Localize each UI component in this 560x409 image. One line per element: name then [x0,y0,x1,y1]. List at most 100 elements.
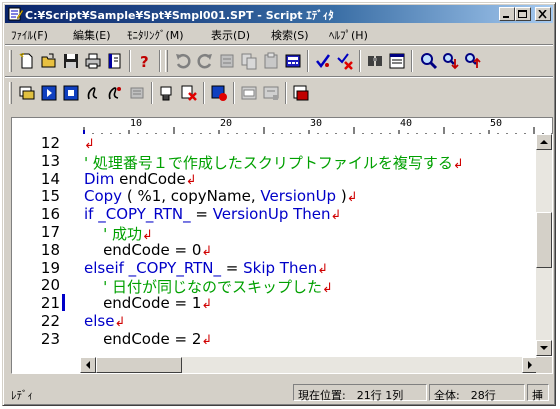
code-line[interactable]: Dim endCode↲ [84,170,197,188]
line-number: 23 [40,329,60,348]
vertical-scroll-thumb[interactable] [536,212,552,268]
code-token: elseif _COPY_RTN_ [84,258,222,277]
new-icon[interactable] [17,51,37,71]
line-number: 15 [40,187,60,206]
clear-breakpoint-icon[interactable] [179,83,199,103]
code-token: else [84,312,115,330]
horizontal-scrollbar[interactable] [80,357,538,373]
toolbar-grip[interactable] [9,82,12,104]
code-token: Copy [84,187,123,206]
toolbar-separator [129,50,131,72]
screen-icon[interactable] [261,83,281,103]
line-number-gutter[interactable]: 12 13 14 15 16 17 18 19 20 21 22 23 [12,134,80,356]
redo-icon[interactable] [195,51,215,71]
code-editor[interactable]: 12 13 14 15 16 17 18 19 20 21 22 23 ↲ ' 処理番号１で作成したスク… [11,134,553,374]
export-icon[interactable] [291,83,311,103]
code-token: ) [336,187,347,206]
find-next-icon[interactable] [441,51,461,71]
scroll-corner [536,357,552,373]
title-bar[interactable]: C:¥Script¥Sample¥Spt¥Smpl001.SPT - Scrip… [5,5,553,23]
code-line[interactable]: endCode = 0↲ [84,241,212,259]
code-token: endCode [114,169,186,188]
breakpoint-icon[interactable] [209,83,229,103]
line-break-mark: ↲ [201,297,213,313]
scroll-down-button[interactable] [536,340,552,356]
notebook-icon[interactable] [105,51,125,71]
menu-edit[interactable]: 編集(E) [73,27,111,43]
menu-help[interactable]: ﾍﾙﾌﾟ(H) [329,27,368,43]
status-insert-text: 挿 [532,389,543,402]
print-cursor-icon[interactable] [157,83,177,103]
main-toolbar: ? [5,47,553,75]
vertical-scrollbar[interactable] [536,134,552,356]
properties-icon[interactable] [387,51,407,71]
run-icon[interactable] [39,83,59,103]
arrow-left-icon [86,361,90,369]
toolbar-separator-line [5,76,553,78]
code-token: Dim [84,169,115,188]
status-mode: ﾚﾃﾞｨ [11,389,33,402]
close-icon [538,10,547,19]
minimize-button[interactable] [499,7,515,21]
code-line[interactable]: else↲ [84,312,125,330]
open-icon[interactable] [39,51,59,71]
search-icon[interactable] [419,51,439,71]
settings-icon[interactable] [127,83,147,103]
scroll-left-button[interactable] [80,357,96,373]
copy-icon[interactable] [239,51,259,71]
stop-icon[interactable] [61,83,81,103]
code-line[interactable]: ↲ [84,134,95,152]
menu-file[interactable]: ﾌｧｲﾙ(F) [11,27,48,43]
compile-error-icon[interactable] [335,51,355,71]
code-token: endCode = 2 [84,329,202,348]
code-line[interactable]: elseif _COPY_RTN_ = Skip Then↲ [84,259,328,277]
paste-icon[interactable] [261,51,281,71]
menu-search[interactable]: 検索(S) [271,27,309,43]
close-button[interactable] [535,7,551,21]
ruler-ticks [83,127,552,134]
toolbar-grip[interactable] [9,50,12,72]
code-token: endCode = 0 [84,240,202,259]
code-token: endCode = 1 [84,294,202,313]
toolbar-grip[interactable] [165,50,168,72]
undo-icon[interactable] [173,51,193,71]
calculator-icon[interactable] [283,51,303,71]
code-line[interactable]: Copy ( %1, copyName, VersionUp )↲ [84,187,358,205]
code-token: ( %1, copyName, [122,187,261,206]
app-icon [8,7,23,21]
line-break-mark: ↲ [201,332,213,348]
find-icon[interactable] [365,51,385,71]
maximize-icon [518,10,527,18]
toolbar-separator [359,50,361,72]
code-line[interactable]: endCode = 1↲ [84,294,212,312]
line-number: 14 [40,169,60,188]
window-icon[interactable] [239,83,259,103]
cut-icon[interactable] [217,51,237,71]
save-icon[interactable] [61,51,81,71]
find-prev-icon[interactable] [463,51,483,71]
horizontal-scroll-thumb[interactable] [96,357,182,373]
help-icon[interactable]: ? [135,51,155,71]
code-line[interactable]: endCode = 2↲ [84,330,212,348]
status-total: 全体: 28行 [429,384,525,402]
menu-view[interactable]: 表示(D) [211,27,250,43]
check-icon[interactable] [313,51,333,71]
status-bar: ﾚﾃﾞｨ 現在位置: 21行 1列 全体: 28行 挿 [5,382,553,402]
print-icon[interactable] [83,51,103,71]
step-icon[interactable] [83,83,103,103]
line-number: 22 [40,312,60,330]
minimize-icon [503,16,509,18]
line-break-mark: ↲ [452,156,464,172]
line-number: 20 [40,276,60,295]
status-position: 現在位置: 21行 1列 [293,384,427,402]
step-over-icon[interactable] [105,83,125,103]
line-number: 16 [40,205,60,224]
line-break-mark: ↲ [114,315,126,330]
maximize-button[interactable] [515,7,531,21]
line-number: 17 [40,223,60,241]
debug-toolbar [5,79,553,107]
scroll-up-button[interactable] [536,134,552,150]
menu-monitoring[interactable]: ﾓﾆﾀﾘﾝｸﾞ(M) [127,27,184,43]
code-line[interactable]: if _COPY_RTN_ = VersionUp Then↲ [84,205,341,223]
monitor-icon[interactable] [17,83,37,103]
